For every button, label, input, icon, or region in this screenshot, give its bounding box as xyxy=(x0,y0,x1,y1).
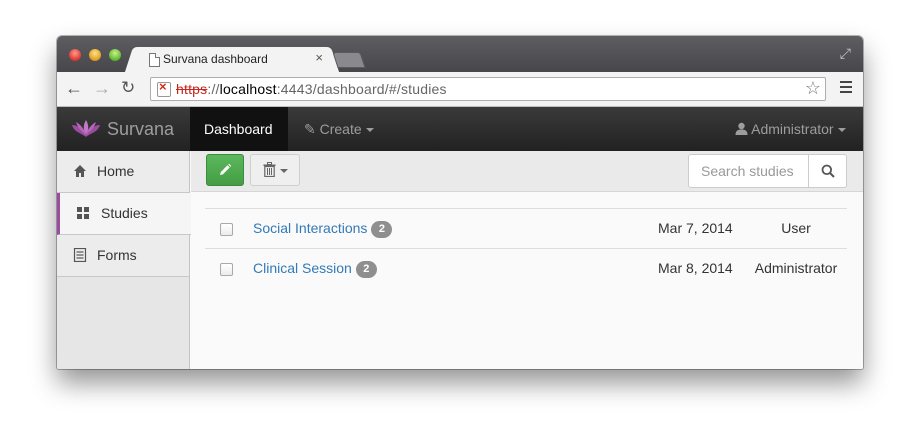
nav-create[interactable]: ✎ Create xyxy=(304,107,374,151)
reload-icon[interactable]: ↻ xyxy=(121,77,135,99)
table-row: Social Interactions 2 Mar 7, 2014 User xyxy=(205,208,847,248)
sidebar-item-label: Studies xyxy=(101,205,148,221)
grid-icon xyxy=(77,207,89,219)
pencil-icon xyxy=(220,163,232,175)
browser-menu-icon[interactable] xyxy=(840,81,852,96)
fullscreen-icon[interactable]: ⤢ xyxy=(840,45,851,62)
sidebar-item-home[interactable]: Home xyxy=(57,151,189,193)
browser-toolbar: ← → ↻ × https://localhost:4443/dashboard… xyxy=(57,72,863,107)
survana-logo-icon xyxy=(72,120,100,137)
url-text[interactable]: https://localhost:4443/dashboard/#/studi… xyxy=(176,81,447,97)
table-row: Clinical Session 2 Mar 8, 2014 Administra… xyxy=(205,248,847,288)
address-bar[interactable]: × https://localhost:4443/dashboard/#/stu… xyxy=(150,77,826,101)
sidebar-item-label: Home xyxy=(97,163,135,179)
bookmark-star-icon[interactable]: ☆ xyxy=(805,78,821,99)
sidebar-item-studies[interactable]: Studies xyxy=(57,193,192,235)
user-icon xyxy=(735,122,748,135)
nav-dashboard[interactable]: Dashboard xyxy=(204,107,273,151)
tab-title: Survana dashboard xyxy=(163,52,268,66)
study-date: Mar 7, 2014 xyxy=(658,220,733,236)
forward-arrow-icon[interactable]: → xyxy=(93,77,111,99)
sidebar: Home Studies Forms xyxy=(57,151,192,369)
study-owner: Administrator xyxy=(754,260,838,276)
caret-down-icon xyxy=(365,128,374,133)
tab-close-icon[interactable]: × xyxy=(315,50,323,65)
study-date: Mar 8, 2014 xyxy=(658,260,733,276)
browser-window: Survana dashboard × ⤢ ← → ↻ × https://lo… xyxy=(57,36,863,369)
browser-tab[interactable]: Survana dashboard × xyxy=(137,47,327,72)
back-arrow-icon[interactable]: ← xyxy=(65,77,83,99)
action-bar xyxy=(191,151,863,192)
app-navbar: Survana Dashboard ✎ Create Administrator xyxy=(57,107,863,151)
studies-table: Social Interactions 2 Mar 7, 2014 User Cl… xyxy=(205,208,847,288)
row-checkbox[interactable] xyxy=(220,223,233,236)
brand-name: Survana xyxy=(107,118,175,139)
document-icon xyxy=(149,53,160,67)
delete-dropdown-button[interactable] xyxy=(250,154,300,186)
brand[interactable]: Survana xyxy=(71,107,174,151)
trash-icon xyxy=(263,162,276,177)
count-badge: 2 xyxy=(371,221,393,238)
study-owner: User xyxy=(781,220,811,236)
row-checkbox[interactable] xyxy=(220,263,233,276)
nav-create-label: Create xyxy=(319,121,362,137)
broken-lock-icon[interactable]: × xyxy=(157,80,171,97)
edit-button[interactable] xyxy=(206,154,244,186)
new-tab-button[interactable] xyxy=(332,52,366,68)
pencil-icon: ✎ xyxy=(304,121,316,137)
search-button[interactable] xyxy=(808,154,847,188)
sidebar-item-label: Forms xyxy=(97,247,137,263)
caret-down-icon xyxy=(837,128,846,133)
user-menu[interactable]: Administrator xyxy=(735,107,846,151)
count-badge: 2 xyxy=(355,261,377,278)
caret-down-icon xyxy=(280,169,288,173)
study-link[interactable]: Social Interactions 2 xyxy=(253,220,393,238)
zoom-window-button[interactable] xyxy=(109,49,121,61)
search-input[interactable] xyxy=(688,154,809,188)
sidebar-item-forms[interactable]: Forms xyxy=(57,235,189,277)
search-icon xyxy=(821,164,835,178)
tab-strip: Survana dashboard × ⤢ xyxy=(57,36,863,72)
main-content: Social Interactions2 Mar 7, 2014 User Cl… xyxy=(191,151,863,369)
list-alt-icon xyxy=(73,248,87,262)
minimize-window-button[interactable] xyxy=(89,49,101,61)
user-name: Administrator xyxy=(751,121,834,137)
study-link[interactable]: Clinical Session 2 xyxy=(253,260,377,278)
close-window-button[interactable] xyxy=(69,49,81,61)
home-icon xyxy=(74,165,86,177)
